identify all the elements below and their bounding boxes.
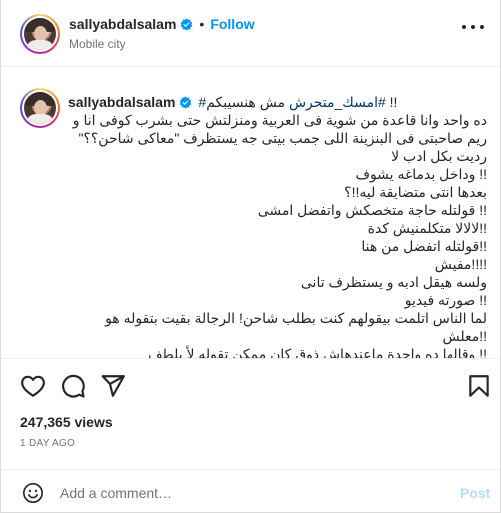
heart-icon[interactable] bbox=[20, 373, 46, 399]
caption-username[interactable]: sallyabdalsalam bbox=[68, 93, 175, 111]
action-bar bbox=[1, 358, 500, 414]
caption-first-line: sallyabdalsalam !! #امسك_متحرش مش هنسيبك… bbox=[68, 93, 487, 111]
post-header: sallyabdalsalam • Follow Mobile city bbox=[1, 0, 500, 67]
caption-line: !!لالالا متكلمنيش كدة bbox=[367, 220, 487, 236]
caption-line: رديت بكل ادب لا bbox=[391, 148, 487, 164]
caption-line: ده واحد وانا قاعدة من شوية فى العربية وم… bbox=[72, 112, 487, 128]
caption-mid: مش هنسيبكم bbox=[206, 94, 289, 110]
caption-line: بعدها انتى متضايقة ليه!!؟ bbox=[344, 184, 487, 200]
hashtag-link[interactable]: #امسك_متحرش bbox=[289, 94, 386, 110]
verified-badge-icon bbox=[180, 95, 192, 109]
comment-input[interactable] bbox=[60, 481, 440, 505]
comment-bar: Post bbox=[1, 469, 500, 512]
author-username[interactable]: sallyabdalsalam bbox=[69, 16, 176, 32]
caption-line: !!!!مفيش bbox=[434, 256, 487, 272]
caption-first-line-text: !! #امسك_متحرش مش هنسيبكم# bbox=[198, 93, 397, 111]
verified-badge-icon bbox=[181, 17, 193, 31]
caption-area: sallyabdalsalam !! #امسك_متحرش مش هنسيبك… bbox=[1, 68, 500, 358]
caption-author-avatar[interactable] bbox=[20, 88, 60, 128]
caption-prefix: !! bbox=[385, 94, 398, 110]
caption-line: !! وداخل بدماغه يشوف bbox=[355, 166, 487, 182]
caption-lines: ده واحد وانا قاعدة من شوية فى العربية وم… bbox=[68, 111, 487, 358]
caption-line: !! وقالها ده واحدة ماعندهاش ذوق كان ممكن… bbox=[148, 346, 487, 358]
separator-dot: • bbox=[199, 16, 205, 32]
post-panel: sallyabdalsalam • Follow Mobile city sal… bbox=[0, 0, 501, 513]
header-user-row: sallyabdalsalam • Follow bbox=[69, 16, 255, 32]
share-icon[interactable] bbox=[100, 373, 126, 399]
post-comment-button[interactable]: Post bbox=[460, 485, 490, 501]
bookmark-icon[interactable] bbox=[466, 373, 492, 399]
emoji-icon[interactable] bbox=[22, 482, 44, 504]
caption-text: sallyabdalsalam !! #امسك_متحرش مش هنسيبك… bbox=[68, 93, 487, 358]
caption-line: !!قولتله اتفضل من هنا bbox=[361, 238, 487, 254]
caption-line: ريم صاحبتى فى البنزينة اللى جمب بيتى جه … bbox=[78, 130, 487, 146]
caption-line: ولسه هيقل ادبه و يستظرف تانى bbox=[300, 274, 487, 290]
caption-line: !!معلش bbox=[442, 328, 487, 344]
caption-line: لما الناس اتلمت بيقولهم كنت بطلب شاحن! ا… bbox=[105, 310, 487, 326]
follow-button[interactable]: Follow bbox=[210, 16, 254, 32]
post-timestamp[interactable]: 1 DAY AGO bbox=[20, 438, 75, 449]
comment-icon[interactable] bbox=[60, 373, 86, 399]
caption-line: !! صورته فيديو bbox=[404, 292, 487, 308]
caption-line: !! قولتله حاجة متخصكش واتفضل امشى bbox=[257, 202, 487, 218]
post-location[interactable]: Mobile city bbox=[69, 37, 126, 51]
author-avatar[interactable] bbox=[20, 14, 60, 54]
more-options-icon[interactable] bbox=[462, 25, 484, 31]
view-count[interactable]: 247,365 views bbox=[20, 414, 113, 430]
